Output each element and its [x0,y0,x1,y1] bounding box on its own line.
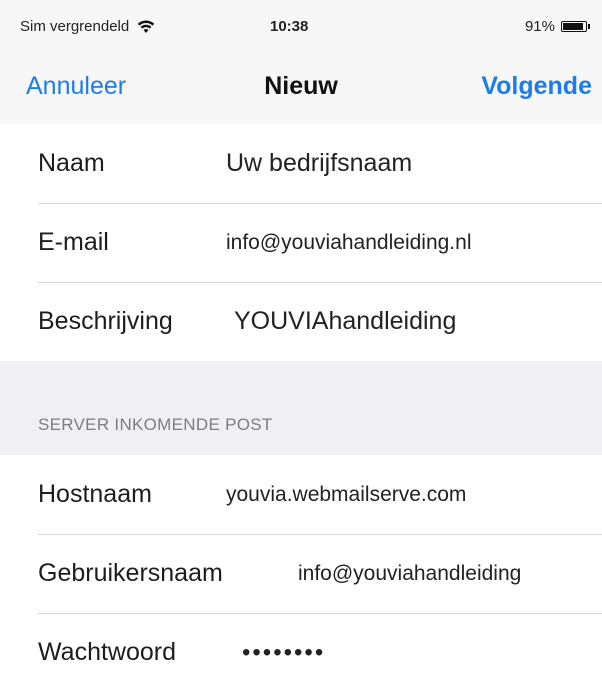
next-button[interactable]: Volgende [481,72,592,101]
password-row[interactable]: Wachtwoord •••••••• [0,613,602,692]
battery-icon [561,21,590,32]
description-field[interactable]: YOUVIAhandleiding [234,307,456,336]
email-label: E-mail [38,228,109,256]
account-info-group: Naam Uw bedrijfsnaam E-mail info@youviah… [0,124,602,361]
username-label: Gebruikersnaam [38,559,223,587]
name-row[interactable]: Naam Uw bedrijfsnaam [0,124,602,203]
status-time: 10:38 [270,18,309,35]
name-field[interactable]: Uw bedrijfsnaam [226,149,412,178]
incoming-server-group: Hostnaam youvia.webmailserve.com Gebruik… [0,455,602,692]
hostname-label: Hostnaam [38,480,152,508]
section-header-incoming-server: SERVER INKOMENDE POST [38,415,273,434]
password-field[interactable]: •••••••• [242,639,325,667]
hostname-row[interactable]: Hostnaam youvia.webmailserve.com [0,455,602,534]
description-row[interactable]: Beschrijving YOUVIAhandleiding [0,282,602,361]
description-label: Beschrijving [38,307,173,335]
hostname-field[interactable]: youvia.webmailserve.com [226,483,466,507]
status-carrier-group: Sim vergrendeld [20,18,155,35]
battery-percentage: 91% [524,18,555,35]
username-field[interactable]: info@youviahandleiding [298,562,521,586]
status-battery-group: 91% [525,18,590,35]
email-field[interactable]: info@youviahandleiding.nl [226,231,472,255]
wifi-icon [138,20,155,33]
email-row[interactable]: E-mail info@youviahandleiding.nl [0,203,602,282]
status-bar: Sim vergrendeld 10:38 91% [0,0,602,52]
carrier-label: Sim vergrendeld [20,18,130,35]
username-row[interactable]: Gebruikersnaam info@youviahandleiding [0,534,602,613]
password-label: Wachtwoord [38,638,177,666]
name-label: Naam [38,149,105,177]
navigation-bar: Annuleer Nieuw Volgende [0,52,602,125]
